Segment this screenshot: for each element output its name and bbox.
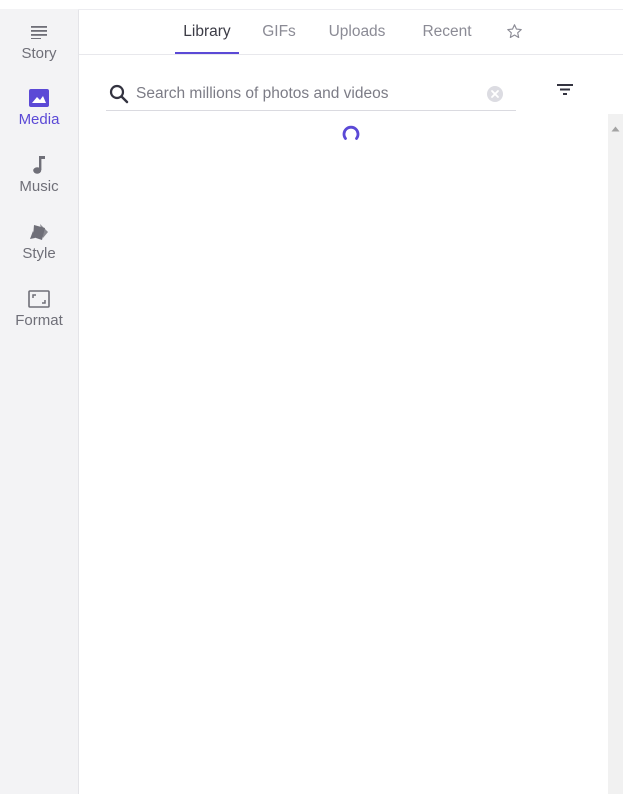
clear-search-icon[interactable] <box>486 85 504 103</box>
sidebar: Story Media Music Style Format <box>0 9 79 794</box>
sidebar-item-label: Media <box>18 111 60 128</box>
sidebar-item-media[interactable]: Media <box>0 87 78 147</box>
sidebar-item-style[interactable]: Style <box>0 221 78 281</box>
scroll-up-arrow-icon[interactable] <box>611 119 620 132</box>
image-icon <box>27 87 51 109</box>
sidebar-item-label: Music <box>19 178 59 195</box>
sidebar-item-label: Format <box>15 312 63 329</box>
tab-recent[interactable]: Recent <box>419 10 475 53</box>
aspect-ratio-icon <box>27 288 51 310</box>
tab-uploads[interactable]: Uploads <box>325 10 389 53</box>
lines-icon <box>27 21 51 43</box>
tab-gifs[interactable]: GIFs <box>262 10 296 53</box>
sidebar-item-story[interactable]: Story <box>0 21 78 81</box>
loading-spinner-icon <box>341 124 361 144</box>
sidebar-item-label: Story <box>21 45 57 62</box>
sidebar-item-format[interactable]: Format <box>0 288 78 348</box>
search-input[interactable] <box>136 81 476 107</box>
sidebar-item-music[interactable]: Music <box>0 154 78 214</box>
tab-library[interactable]: Library <box>175 10 239 54</box>
sidebar-item-label: Style <box>22 245 56 262</box>
music-note-icon <box>27 154 51 176</box>
search-icon <box>109 84 129 104</box>
star-outline-icon[interactable] <box>503 10 525 53</box>
scrollbar[interactable] <box>608 114 623 794</box>
search-bar <box>106 78 516 111</box>
media-tabs: Library GIFs Uploads Recent <box>79 10 623 55</box>
style-cards-icon <box>27 221 51 243</box>
filter-icon[interactable] <box>554 80 576 100</box>
